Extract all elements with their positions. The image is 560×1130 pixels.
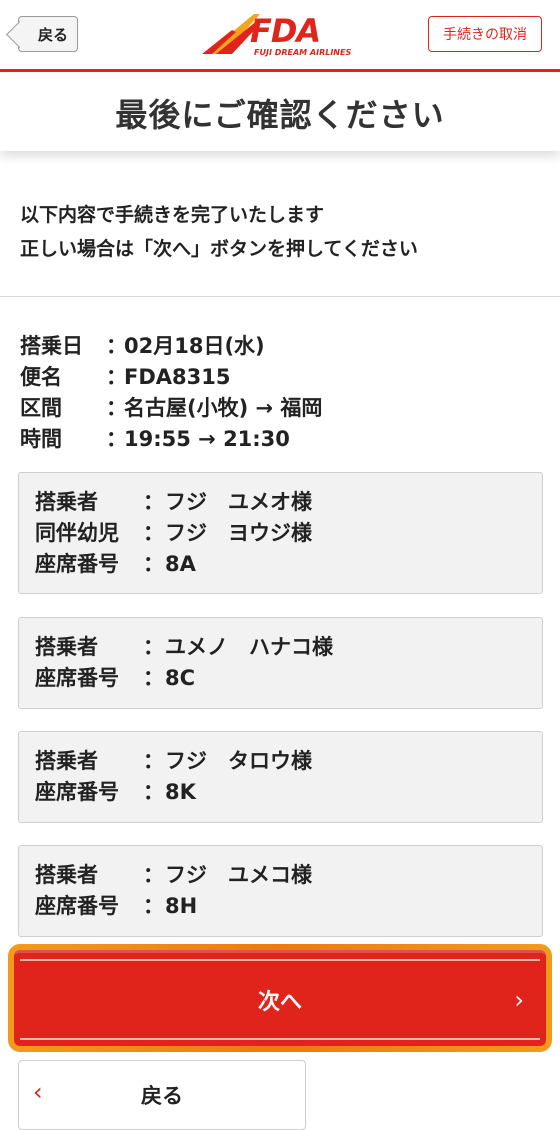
next-button-focus-ring: 次へ › [8, 944, 552, 1052]
passenger-label: 搭乗者 [35, 749, 98, 773]
separator: ： [143, 635, 164, 659]
intro-text: 以下内容で手続きを完了いたします 正しい場合は「次へ」ボタンを押してください [20, 198, 540, 266]
flight-number-label: 便名 [20, 365, 62, 389]
separator: ： [106, 365, 127, 389]
passenger-row: 搭乗者 ： フジ ユメコ様 [35, 860, 526, 891]
seat-label: 座席番号 [35, 780, 119, 804]
passenger-name: フジ ユメコ様 [165, 863, 312, 887]
passenger-card: 搭乗者 ： フジ ユメコ様 座席番号 ： 8H [18, 845, 543, 937]
infant-label: 同伴幼児 [35, 521, 119, 545]
seat-label: 座席番号 [35, 552, 119, 576]
passenger-card: 搭乗者 ： フジ ユメオ様 同伴幼児 ： フジ ヨウジ様 座席番号 ： 8A [18, 472, 543, 594]
flight-route-label: 区間 [20, 396, 62, 420]
flight-time-row: 時間 ： 19:55 → 21:30 [20, 424, 540, 455]
flight-time-label: 時間 [20, 427, 62, 451]
seat-number: 8K [165, 780, 196, 804]
separator: ： [143, 780, 164, 804]
logo-wordmark: FDA [250, 12, 321, 50]
chevron-right-icon: › [514, 985, 524, 1014]
flight-number-row: 便名 ： FDA8315 [20, 362, 540, 393]
flight-info: 搭乗日 ： 02月18日(水) 便名 ： FDA8315 区間 ： 名古屋(小牧… [20, 331, 540, 455]
logo-subtitle: FUJI DREAM AIRLINES [254, 48, 352, 57]
passenger-row: 搭乗者 ： ユメノ ハナコ様 [35, 632, 526, 663]
seat-row: 座席番号 ： 8H [35, 891, 526, 922]
cancel-procedure-button[interactable]: 手続きの取消 [428, 16, 542, 52]
separator: ： [106, 396, 127, 420]
flight-number-value: FDA8315 [124, 365, 231, 389]
header-back-label: 戻る [37, 25, 68, 44]
next-button-highlight [20, 959, 540, 961]
passenger-card: 搭乗者 ： フジ タロウ様 座席番号 ： 8K [18, 731, 543, 823]
seat-row: 座席番号 ： 8A [35, 549, 526, 580]
seat-label: 座席番号 [35, 894, 119, 918]
passenger-name: フジ タロウ様 [165, 749, 312, 773]
intro-line-2: 正しい場合は「次へ」ボタンを押してください [20, 238, 418, 260]
header-bar: 戻る FDA FUJI DREAM AIRLINES 手続きの取消 [0, 0, 560, 72]
flight-date-label: 搭乗日 [20, 334, 83, 358]
passenger-row: 搭乗者 ： フジ タロウ様 [35, 746, 526, 777]
seat-label: 座席番号 [35, 666, 119, 690]
flight-date-row: 搭乗日 ： 02月18日(水) [20, 331, 540, 362]
seat-number: 8A [165, 552, 196, 576]
cancel-label: 手続きの取消 [443, 27, 527, 43]
separator: ： [143, 490, 164, 514]
passenger-row: 搭乗者 ： フジ ユメオ様 [35, 487, 526, 518]
chevron-left-icon: ‹ [33, 1078, 43, 1107]
flight-route-row: 区間 ： 名古屋(小牧) → 福岡 [20, 393, 540, 424]
next-button-highlight [20, 1038, 540, 1040]
separator: ： [143, 552, 164, 576]
separator: ： [106, 427, 127, 451]
back-button-label: 戻る [141, 1084, 183, 1108]
separator: ： [143, 749, 164, 773]
fda-logo: FDA FUJI DREAM AIRLINES [202, 8, 351, 60]
seat-row: 座席番号 ： 8C [35, 663, 526, 694]
passenger-name: ユメノ ハナコ様 [165, 635, 333, 659]
page-title: 最後にご確認ください [115, 96, 445, 134]
seat-number: 8H [165, 894, 198, 918]
next-button-label: 次へ [257, 989, 302, 1015]
passenger-label: 搭乗者 [35, 635, 98, 659]
separator: ： [143, 521, 164, 545]
flight-route-value: 名古屋(小牧) → 福岡 [124, 396, 323, 420]
passenger-label: 搭乗者 [35, 490, 98, 514]
separator: ： [106, 334, 127, 358]
flight-time-value: 19:55 → 21:30 [124, 427, 290, 451]
separator: ： [143, 894, 164, 918]
passenger-card: 搭乗者 ： ユメノ ハナコ様 座席番号 ： 8C [18, 617, 543, 709]
infant-row: 同伴幼児 ： フジ ヨウジ様 [35, 518, 526, 549]
next-button[interactable]: 次へ › [14, 950, 546, 1046]
intro-line-1: 以下内容で手続きを完了いたします [20, 204, 325, 226]
divider [0, 296, 560, 297]
seat-number: 8C [165, 666, 196, 690]
header-back-button[interactable]: 戻る [18, 16, 78, 52]
flight-date-value: 02月18日(水) [124, 334, 265, 358]
passenger-label: 搭乗者 [35, 863, 98, 887]
back-button[interactable]: ‹ 戻る [18, 1060, 306, 1130]
separator: ： [143, 863, 164, 887]
title-band: 最後にご確認ください [0, 75, 560, 151]
passenger-name: フジ ユメオ様 [165, 490, 312, 514]
separator: ： [143, 666, 164, 690]
seat-row: 座席番号 ： 8K [35, 777, 526, 808]
infant-name: フジ ヨウジ様 [165, 521, 312, 545]
